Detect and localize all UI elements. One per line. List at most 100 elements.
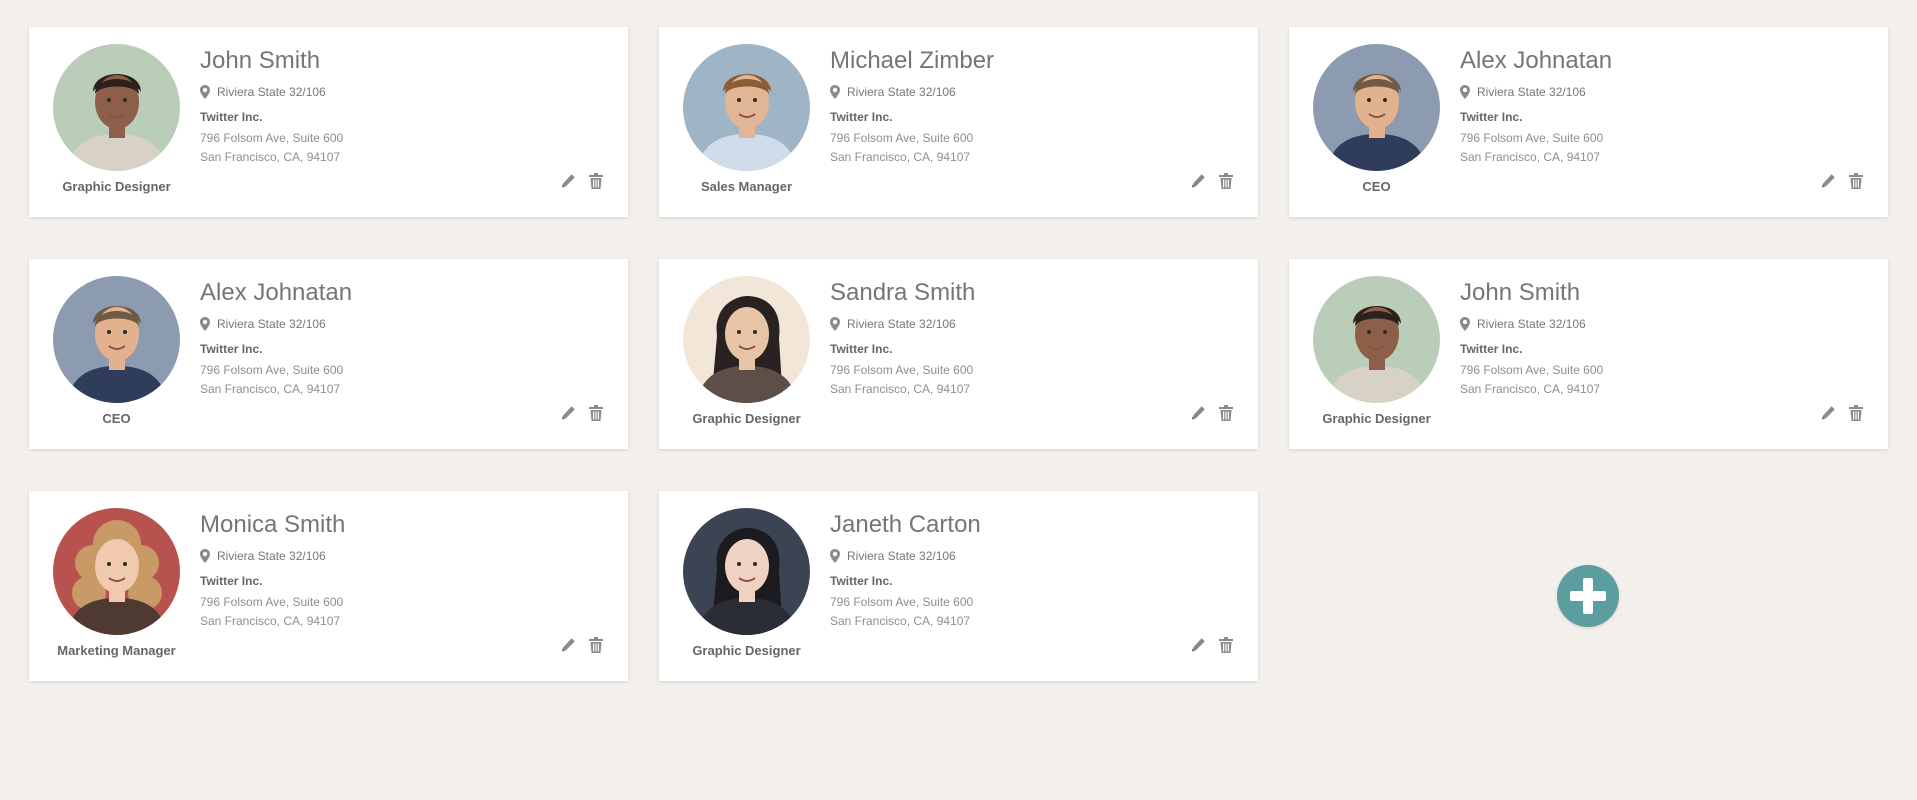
contact-info: John Smith Riviera State 32/106 Twitter … (200, 49, 343, 167)
avatar-image (683, 276, 810, 403)
contact-info: Michael Zimber Riviera State 32/106 Twit… (830, 49, 994, 167)
card-actions (1819, 404, 1865, 422)
add-contact-cell (1289, 491, 1888, 681)
address-line-1: 796 Folsom Ave, Suite 600 (830, 363, 974, 377)
avatar-block: Graphic Designer (1313, 276, 1440, 426)
edit-button[interactable] (1819, 404, 1837, 422)
contact-name[interactable]: John Smith (1460, 281, 1603, 305)
contact-name[interactable]: Janeth Carton (830, 513, 981, 537)
avatar-block: Graphic Designer (683, 508, 810, 658)
avatar[interactable] (683, 276, 810, 403)
map-marker-icon (830, 317, 840, 331)
contacts-grid: Graphic Designer John Smith Riviera Stat… (29, 27, 1888, 681)
contact-name[interactable]: Alex Johnatan (200, 281, 352, 305)
avatar[interactable] (53, 44, 180, 171)
card-actions (1819, 172, 1865, 190)
avatar[interactable] (53, 508, 180, 635)
map-marker-icon (200, 317, 210, 331)
edit-button[interactable] (1819, 172, 1837, 190)
delete-button[interactable] (1217, 172, 1235, 190)
avatar-block: Marketing Manager (53, 508, 180, 658)
edit-button[interactable] (559, 172, 577, 190)
pencil-icon (1192, 638, 1205, 652)
card-actions (559, 404, 605, 422)
avatar-image (683, 44, 810, 171)
delete-button[interactable] (1217, 636, 1235, 654)
delete-button[interactable] (1847, 404, 1865, 422)
contact-name[interactable]: John Smith (200, 49, 343, 73)
edit-button[interactable] (1189, 172, 1207, 190)
trash-icon (1219, 173, 1233, 189)
company-name: Twitter Inc. (1460, 110, 1523, 124)
pencil-icon (562, 406, 575, 420)
contact-card: Sales Manager Michael Zimber Riviera Sta… (659, 27, 1258, 217)
trash-icon (1849, 405, 1863, 421)
trash-icon (1219, 637, 1233, 653)
address-line-2: San Francisco, CA, 94107 (200, 382, 341, 396)
pencil-icon (562, 174, 575, 188)
delete-button[interactable] (587, 636, 605, 654)
address-line-1: 796 Folsom Ave, Suite 600 (200, 131, 344, 145)
company-name: Twitter Inc. (200, 574, 263, 588)
location-text: Riviera State 32/106 (847, 317, 956, 331)
avatar[interactable] (683, 44, 810, 171)
address-line-1: 796 Folsom Ave, Suite 600 (200, 363, 344, 377)
address-line-1: 796 Folsom Ave, Suite 600 (1460, 131, 1604, 145)
contact-info: Alex Johnatan Riviera State 32/106 Twitt… (200, 281, 352, 399)
contact-role: Graphic Designer (1322, 411, 1431, 426)
contact-name[interactable]: Michael Zimber (830, 49, 994, 73)
contact-card: Graphic Designer John Smith Riviera Stat… (1289, 259, 1888, 449)
avatar-block: Graphic Designer (683, 276, 810, 426)
location-text: Riviera State 32/106 (217, 317, 326, 331)
contact-role: Sales Manager (700, 179, 793, 194)
address-line-2: San Francisco, CA, 94107 (200, 614, 341, 628)
contact-info: Sandra Smith Riviera State 32/106 Twitte… (830, 281, 975, 399)
contact-role: Graphic Designer (692, 643, 801, 658)
map-marker-icon (1460, 317, 1470, 331)
contact-name[interactable]: Alex Johnatan (1460, 49, 1612, 73)
pencil-icon (1192, 406, 1205, 420)
delete-button[interactable] (587, 404, 605, 422)
contact-card: Graphic Designer John Smith Riviera Stat… (29, 27, 628, 217)
avatar[interactable] (1313, 276, 1440, 403)
avatar-image (1313, 276, 1440, 403)
avatar-image (53, 508, 180, 635)
avatar-block: CEO (53, 276, 180, 426)
location-text: Riviera State 32/106 (1477, 85, 1586, 99)
contact-name[interactable]: Sandra Smith (830, 281, 975, 305)
company-name: Twitter Inc. (200, 110, 263, 124)
contact-card: CEO Alex Johnatan Riviera State 32/106 T… (29, 259, 628, 449)
edit-button[interactable] (559, 404, 577, 422)
contact-location: Riviera State 32/106 (830, 317, 975, 331)
delete-button[interactable] (1847, 172, 1865, 190)
contact-location: Riviera State 32/106 (200, 85, 343, 99)
card-actions (559, 636, 605, 654)
contact-card: CEO Alex Johnatan Riviera State 32/106 T… (1289, 27, 1888, 217)
map-marker-icon (200, 549, 210, 563)
contact-location: Riviera State 32/106 (830, 549, 981, 563)
address-line-1: 796 Folsom Ave, Suite 600 (200, 595, 344, 609)
address-line-2: San Francisco, CA, 94107 (1460, 382, 1601, 396)
contact-info: Monica Smith Riviera State 32/106 Twitte… (200, 513, 345, 631)
pencil-icon (1822, 174, 1835, 188)
edit-button[interactable] (1189, 404, 1207, 422)
location-text: Riviera State 32/106 (1477, 317, 1586, 331)
company-name: Twitter Inc. (1460, 342, 1523, 356)
card-actions (1189, 404, 1235, 422)
trash-icon (589, 405, 603, 421)
pencil-icon (1192, 174, 1205, 188)
address-line-2: San Francisco, CA, 94107 (200, 150, 341, 164)
contact-location: Riviera State 32/106 (830, 85, 994, 99)
avatar[interactable] (53, 276, 180, 403)
avatar[interactable] (1313, 44, 1440, 171)
avatar[interactable] (683, 508, 810, 635)
edit-button[interactable] (1189, 636, 1207, 654)
address-line-1: 796 Folsom Ave, Suite 600 (830, 595, 974, 609)
pencil-icon (1822, 406, 1835, 420)
contact-name[interactable]: Monica Smith (200, 513, 345, 537)
map-marker-icon (830, 549, 840, 563)
add-contact-button[interactable] (1557, 565, 1619, 627)
delete-button[interactable] (1217, 404, 1235, 422)
delete-button[interactable] (587, 172, 605, 190)
edit-button[interactable] (559, 636, 577, 654)
